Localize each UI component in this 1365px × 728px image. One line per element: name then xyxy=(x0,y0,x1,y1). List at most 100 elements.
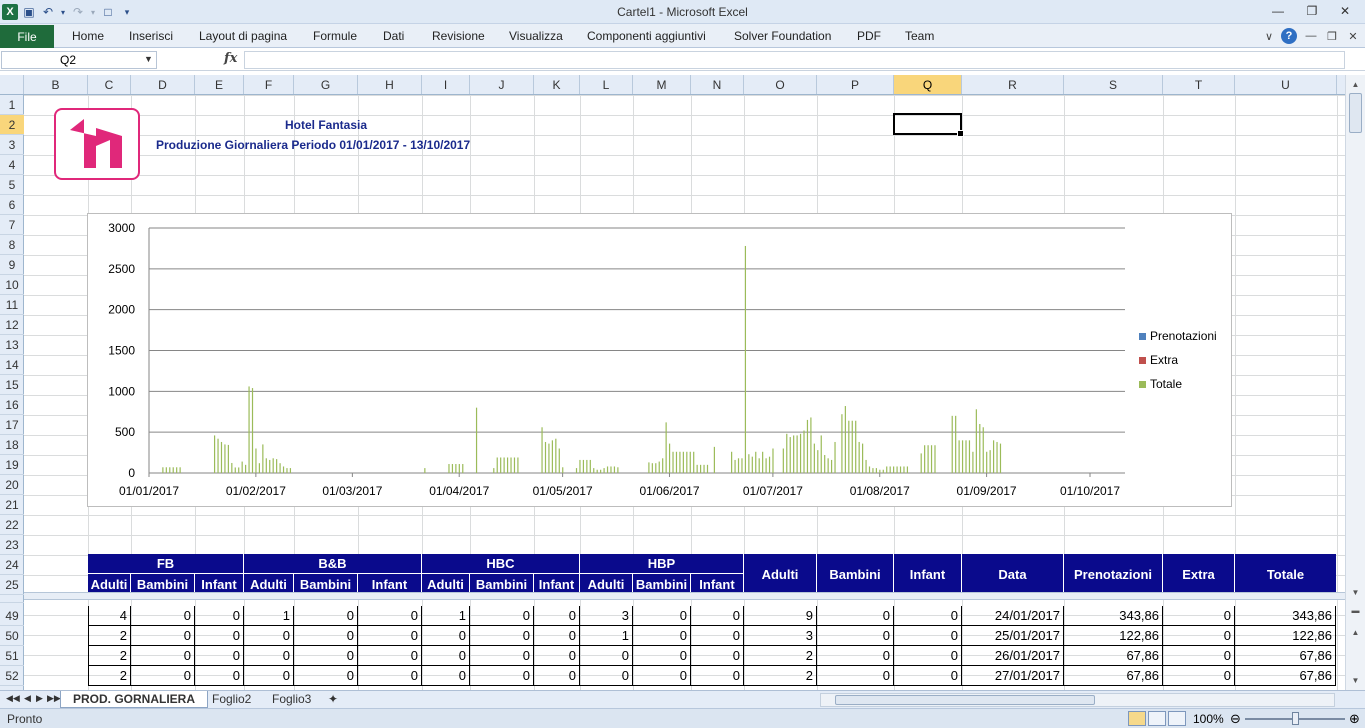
table-cell[interactable]: 0 xyxy=(534,646,580,666)
table-cell[interactable]: 2 xyxy=(88,646,131,666)
table-cell[interactable]: 0 xyxy=(580,666,633,686)
row-header[interactable]: 4 xyxy=(0,155,24,175)
table-cell[interactable]: 0 xyxy=(894,666,962,686)
table-cell[interactable]: 27/01/2017 xyxy=(962,666,1064,686)
table-cell[interactable]: 0 xyxy=(470,626,534,646)
table-cell[interactable]: 0 xyxy=(244,626,294,646)
table-cell[interactable]: 343,86 xyxy=(1235,606,1336,626)
row-header[interactable]: 23 xyxy=(0,535,24,555)
row-header[interactable]: 12 xyxy=(0,315,24,335)
row-header[interactable]: 8 xyxy=(0,235,24,255)
table-cell[interactable]: 0 xyxy=(358,666,422,686)
next-sheet-icon[interactable]: ▶ xyxy=(36,693,43,704)
row-header[interactable]: 5 xyxy=(0,175,24,195)
row-header[interactable]: 21 xyxy=(0,495,24,515)
column-header[interactable]: S xyxy=(1064,75,1163,94)
column-header[interactable]: O xyxy=(744,75,817,94)
formula-input[interactable] xyxy=(244,51,1345,69)
table-cell[interactable]: 0 xyxy=(691,606,744,626)
table-cell[interactable]: 67,86 xyxy=(1235,666,1336,686)
table-cell[interactable]: 0 xyxy=(1163,666,1235,686)
ribbon-collapse-icon[interactable]: ∨ xyxy=(1260,27,1278,45)
table-cell[interactable]: 0 xyxy=(817,646,894,666)
table-cell[interactable]: 0 xyxy=(1163,606,1235,626)
row-header[interactable]: 19 xyxy=(0,455,24,475)
table-cell[interactable]: 0 xyxy=(894,626,962,646)
table-cell[interactable]: 0 xyxy=(1163,626,1235,646)
page-break-view-icon[interactable] xyxy=(1168,711,1186,726)
table-cell[interactable]: 0 xyxy=(633,606,691,626)
column-header[interactable]: N xyxy=(691,75,744,94)
table-cell[interactable]: 67,86 xyxy=(1064,646,1163,666)
table-cell[interactable]: 0 xyxy=(894,606,962,626)
close-icon[interactable]: ✕ xyxy=(1332,2,1358,20)
column-header[interactable]: R xyxy=(962,75,1064,94)
table-cell[interactable]: 1 xyxy=(244,606,294,626)
table-cell[interactable]: 0 xyxy=(294,626,358,646)
name-box[interactable]: Q2 xyxy=(1,51,157,69)
tab-layout[interactable]: Layout di pagina xyxy=(199,29,287,43)
scroll-up-icon[interactable]: ▲ xyxy=(1348,77,1363,91)
tab-revisione[interactable]: Revisione xyxy=(432,29,485,43)
minimize-icon[interactable]: — xyxy=(1265,2,1291,20)
scroll-down-lower-icon[interactable]: ▼ xyxy=(1348,673,1363,687)
table-cell[interactable]: 0 xyxy=(633,666,691,686)
table-cell[interactable]: 0 xyxy=(358,606,422,626)
tab-componenti[interactable]: Componenti aggiuntivi xyxy=(587,29,706,43)
table-cell[interactable]: 0 xyxy=(534,666,580,686)
tab-pdf[interactable]: PDF xyxy=(857,29,881,43)
scroll-down-icon[interactable]: ▼ xyxy=(1348,585,1363,599)
normal-view-icon[interactable] xyxy=(1128,711,1146,726)
tab-home[interactable]: Home xyxy=(72,29,104,43)
table-cell[interactable]: 0 xyxy=(534,626,580,646)
row-header[interactable]: 22 xyxy=(0,515,24,535)
table-cell[interactable]: 0 xyxy=(195,606,244,626)
row-header[interactable]: 51 xyxy=(0,646,24,666)
table-cell[interactable]: 3 xyxy=(580,606,633,626)
table-cell[interactable]: 0 xyxy=(534,606,580,626)
table-cell[interactable]: 0 xyxy=(691,646,744,666)
table-cell[interactable]: 0 xyxy=(195,626,244,646)
table-cell[interactable]: 67,86 xyxy=(1064,666,1163,686)
zoom-slider-thumb[interactable] xyxy=(1292,712,1299,725)
table-cell[interactable]: 0 xyxy=(294,646,358,666)
row-header[interactable]: 20 xyxy=(0,475,24,495)
table-cell[interactable]: 0 xyxy=(422,646,470,666)
table-cell[interactable]: 1 xyxy=(580,626,633,646)
zoom-out-icon[interactable]: ⊖ xyxy=(1230,711,1241,727)
column-header[interactable]: U xyxy=(1235,75,1337,94)
table-cell[interactable]: 0 xyxy=(817,666,894,686)
doc-minimize-icon[interactable]: — xyxy=(1302,27,1320,45)
name-box-dropdown-icon[interactable]: ▼ xyxy=(144,54,153,64)
column-header[interactable]: P xyxy=(817,75,894,94)
table-cell[interactable]: 1 xyxy=(422,606,470,626)
prev-sheet-icon[interactable]: ◀ xyxy=(24,693,31,704)
horizontal-scrollbar[interactable] xyxy=(820,693,1335,707)
table-cell[interactable]: 0 xyxy=(294,666,358,686)
table-cell[interactable]: 0 xyxy=(131,666,195,686)
horizontal-scroll-thumb[interactable] xyxy=(835,695,1095,705)
new-sheet-icon[interactable]: ✦ xyxy=(322,691,344,708)
table-cell[interactable]: 0 xyxy=(131,606,195,626)
table-cell[interactable]: 2 xyxy=(744,666,817,686)
table-cell[interactable]: 0 xyxy=(1163,646,1235,666)
table-cell[interactable]: 0 xyxy=(470,646,534,666)
column-header[interactable]: H xyxy=(358,75,422,94)
column-header[interactable]: K xyxy=(534,75,580,94)
table-cell[interactable]: 2 xyxy=(88,666,131,686)
tab-team[interactable]: Team xyxy=(905,29,934,43)
scroll-up-lower-icon[interactable]: ▲ xyxy=(1348,625,1363,639)
row-header[interactable]: 49 xyxy=(0,606,24,626)
column-header-selected[interactable]: Q xyxy=(894,75,962,94)
column-header[interactable]: L xyxy=(580,75,633,94)
row-header[interactable]: 15 xyxy=(0,375,24,395)
tab-dati[interactable]: Dati xyxy=(383,29,404,43)
restore-icon[interactable]: ❐ xyxy=(1299,2,1325,20)
doc-close-icon[interactable]: ✕ xyxy=(1344,27,1362,45)
table-cell[interactable]: 343,86 xyxy=(1064,606,1163,626)
split-pane-icon[interactable]: ▬ xyxy=(1348,603,1363,617)
row-header[interactable]: 18 xyxy=(0,435,24,455)
table-cell[interactable]: 0 xyxy=(633,626,691,646)
table-cell[interactable]: 0 xyxy=(422,666,470,686)
sheet-tab-foglio2[interactable]: Foglio2 xyxy=(200,691,263,708)
